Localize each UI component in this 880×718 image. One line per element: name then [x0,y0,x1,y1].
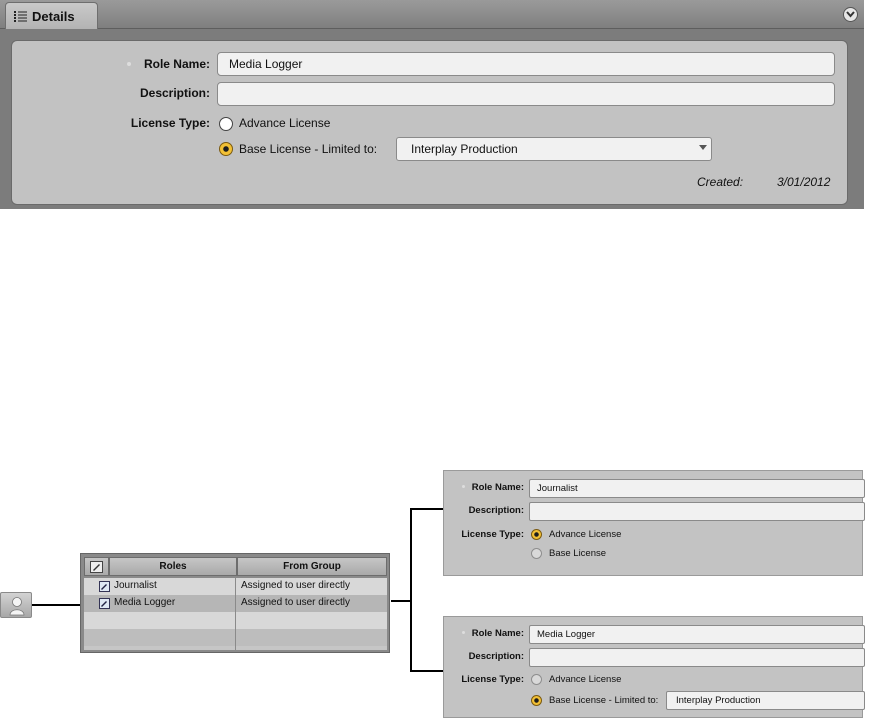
from-group-column-header[interactable]: From Group [237,557,387,576]
roles-table: Roles From Group Journalist Assigned to … [80,553,390,653]
advance-license-radio[interactable] [219,117,233,131]
dropdown-arrow-icon [699,145,707,150]
role-name-field[interactable]: Journalist [529,479,865,498]
role-name-cell: Journalist [114,580,157,591]
advance-license-radio[interactable] [531,674,542,685]
role-name-label: Role Name: [471,482,524,493]
details-form: Role Name: Media Logger Description: Lic… [11,40,848,205]
user-icon [0,592,32,618]
panel-menu-button[interactable] [843,7,858,22]
license-type-label: License Type: [461,674,524,685]
role-name-label: Role Name: [471,628,524,639]
base-license-radio[interactable] [531,548,542,559]
from-group-cell: Assigned to user directly [241,580,350,591]
connector-line [410,508,444,510]
roles-table-header: Roles From Group [84,557,387,576]
connector-line [410,670,444,672]
role-name-field[interactable]: Media Logger [217,52,835,76]
connector-line [410,508,412,672]
license-type-label: License Type: [130,116,210,130]
roles-column-header[interactable]: Roles [109,557,237,576]
advance-license-label: Advance License [239,116,331,130]
advance-license-label: Advance License [549,674,622,685]
role-name-field[interactable]: Media Logger [529,625,865,644]
tab-details-label: Details [32,9,75,24]
description-label: Description: [468,651,524,662]
created-date: 3/01/2012 [777,175,831,189]
description-field[interactable] [217,82,835,106]
advance-license-radio[interactable] [531,529,542,540]
edit-column-header[interactable] [84,557,109,576]
column-divider [235,578,236,650]
chevron-down-icon [846,11,855,18]
base-license-label: Base License - Limited to: [239,142,378,156]
limited-to-select[interactable]: Interplay Production [666,691,865,710]
details-panel: Details Role Name: Media Logger Descript… [0,0,864,209]
description-field[interactable] [529,502,865,521]
created-label: Created: [697,175,744,189]
description-label: Description: [468,505,524,516]
edit-icon [90,561,103,573]
role-icon [99,581,110,592]
list-icon [14,11,27,22]
base-license-label: Base License - Limited to: [549,695,659,706]
tab-bar: Details [0,0,864,29]
from-group-cell: Assigned to user directly [241,597,350,608]
user-silhouette-icon [9,597,25,616]
license-type-label: License Type: [461,529,524,540]
role-name-cell: Media Logger [114,597,176,608]
advance-license-label: Advance License [549,529,622,540]
limited-to-select[interactable]: Interplay Production [396,137,712,161]
description-label: Description: [139,86,210,100]
role-icon [99,598,110,609]
role-name-label: Role Name: [143,57,210,71]
base-license-radio[interactable] [531,695,542,706]
base-license-radio[interactable] [219,142,233,156]
limited-to-value: Interplay Production [411,142,518,156]
connector-line [391,600,411,602]
description-field[interactable] [529,648,865,667]
media-logger-role-panel: Role Name: Media Logger Description: Lic… [443,616,865,718]
base-license-label: Base License [549,548,607,559]
journalist-role-panel: Role Name: Journalist Description: Licen… [443,470,865,576]
connector-line [32,604,80,606]
tab-details[interactable]: Details [5,2,98,29]
limited-to-value: Interplay Production [676,695,761,706]
